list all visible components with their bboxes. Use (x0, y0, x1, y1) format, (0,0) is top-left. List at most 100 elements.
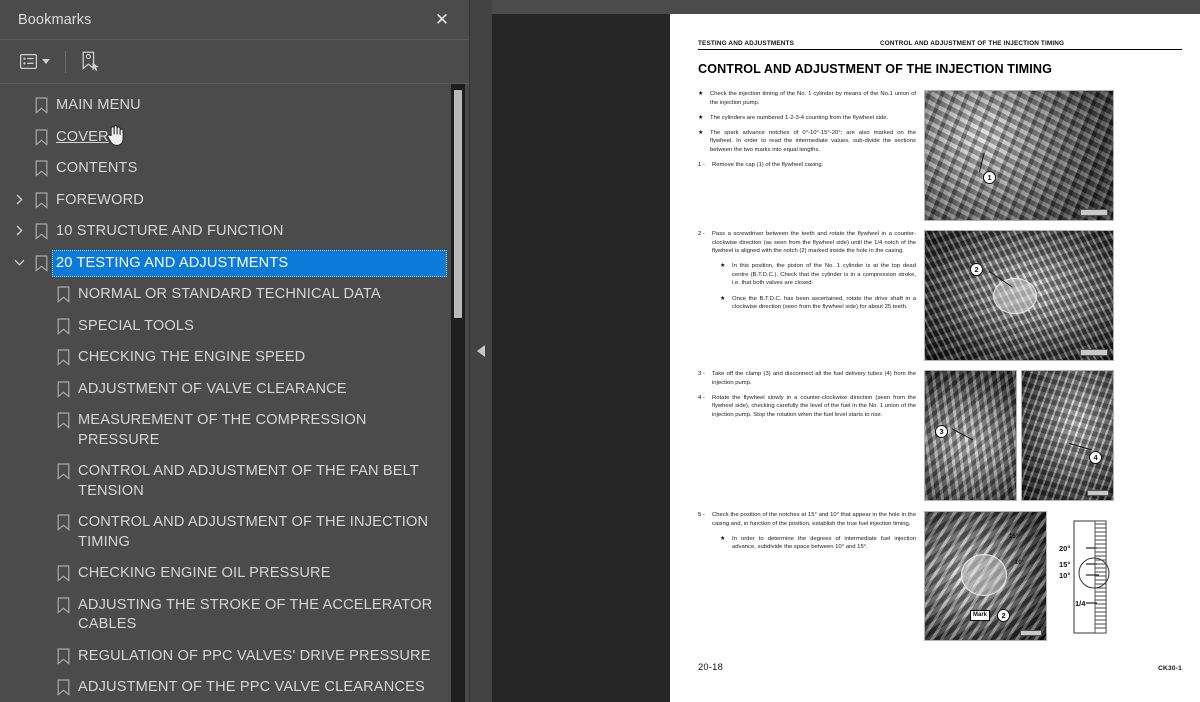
bookmark-label: MEASUREMENT OF THE COMPRESSION PRESSURE (78, 412, 367, 448)
twisty-spacer (8, 376, 30, 383)
callout-2: 2 (970, 263, 983, 276)
bookmark-icon (30, 92, 52, 114)
bookmark-icon (52, 674, 74, 696)
running-head-left: TESTING AND ADJUSTMENTS (698, 40, 794, 47)
bullet-text: The spark advance notches of 0°-10°-15°-… (710, 129, 916, 153)
bookmark-item[interactable]: CHECKING ENGINE OIL PRESSURE (0, 558, 447, 590)
figure-column-3: 3 4 (924, 370, 1116, 501)
bookmark-item[interactable]: COVER (0, 122, 447, 154)
bookmarks-tree: MAIN MENU COVER CONTENTS FOREWORD 10 STRUCTU… (0, 90, 469, 702)
figure-flywheel-notch: 2 (924, 230, 1114, 361)
svg-text:20°: 20° (1059, 544, 1070, 553)
chevron-right-icon[interactable] (8, 218, 30, 236)
star-bullet-icon: ★ (698, 90, 704, 97)
bookmark-icon (52, 592, 74, 614)
step-text: Rotate the flywheel slowly in a counter-… (712, 394, 916, 418)
bookmark-item[interactable]: SPECIAL TOOLS (0, 311, 447, 343)
bookmark-item[interactable]: ADJUSTMENT OF VALVE CLEARANCE (0, 374, 447, 406)
bullet-text: Once the B.T.D.C. has been ascertained, … (732, 295, 916, 311)
step-text: Take off the clamp (3) and disconnect al… (712, 371, 916, 386)
list-options-icon[interactable] (16, 47, 54, 77)
text-column-1: ★ Check the injection timing of the No. 1… (698, 90, 916, 221)
text-column-2: 2 - Pass a screwdriver between the teeth … (698, 230, 916, 361)
step-text: Check the position of the notches at 15°… (712, 512, 916, 527)
twisty-spacer (8, 92, 30, 99)
bookmark-icon (52, 344, 74, 366)
svg-text:1/4: 1/4 (1075, 599, 1086, 608)
new-bookmark-icon[interactable] (77, 47, 104, 77)
twisty-spacer (8, 407, 30, 414)
bookmark-icon (30, 250, 52, 272)
bookmark-item[interactable]: CONTENTS (0, 153, 447, 185)
bookmark-item[interactable]: REGULATION OF PPC VALVES' DRIVE PRESSURE (0, 641, 447, 673)
star-bullet-icon: ★ (720, 294, 726, 302)
twisty-spacer (8, 281, 30, 288)
bookmarks-scrollbar[interactable] (451, 84, 465, 702)
bookmark-item[interactable]: MAIN MENU (0, 90, 447, 122)
bookmark-item[interactable]: FOREWORD (0, 185, 447, 217)
step-text: Pass a screwdriver between the teeth and… (712, 231, 916, 255)
star-bullet-icon: ★ (698, 128, 704, 136)
pdf-reader-window: Bookmarks ✕ MAIN MENU COVER CONTENTS FOR… (0, 0, 1200, 702)
figure-delivery-tubes: 4 (1021, 370, 1114, 501)
mark-label: Mark (970, 610, 991, 621)
figure-column-2: 2 (924, 230, 1116, 361)
bullet-text: In order to determine the degrees of int… (732, 535, 916, 551)
twisty-spacer (8, 674, 30, 681)
chevron-down-icon[interactable] (8, 250, 30, 268)
bookmark-label: 10 STRUCTURE AND FUNCTION (56, 223, 284, 239)
bookmark-label: ADJUSTMENT OF THE PPC VALVE CLEARANCES (78, 679, 425, 695)
scrollbar-thumb[interactable] (454, 90, 462, 318)
bookmark-item[interactable]: 20 TESTING AND ADJUSTMENTS (0, 248, 447, 280)
sub-bullet-group: ★ In this position, the piston of the No.… (720, 262, 916, 311)
twisty-spacer (8, 509, 30, 516)
panel-collapse-handle[interactable] (470, 0, 492, 702)
bookmark-item[interactable]: NORMAL OR STANDARD TECHNICAL DATA (0, 279, 447, 311)
page-footer: 20-18 CK30-1 (698, 661, 1182, 672)
page-title: CONTROL AND ADJUSTMENT OF THE INJECTION … (698, 62, 1052, 76)
page-code: CK30-1 (1158, 665, 1182, 672)
bookmark-icon (52, 407, 74, 429)
figure-notch-position: 15° 10° Mark 2 (924, 511, 1047, 641)
bookmark-item[interactable]: MEASUREMENT OF THE COMPRESSION PRESSURE (0, 405, 447, 456)
twisty-spacer (8, 592, 30, 599)
bullet-item: ★ The cylinders are numbered 1-2-3-4 coun… (698, 114, 916, 123)
bullet-item: ★ The spark advance notches of 0°-10°-15°… (698, 129, 916, 155)
numbered-step: 1 - Remove the cap (1) of the flywheel ca… (698, 161, 916, 170)
close-icon[interactable]: ✕ (429, 7, 455, 33)
bookmark-icon (52, 560, 74, 582)
twisty-spacer (8, 155, 30, 162)
bookmark-item[interactable]: CHECKING THE ENGINE SPEED (0, 342, 447, 374)
bookmark-icon (30, 218, 52, 240)
svg-text:10°: 10° (1059, 571, 1070, 580)
numbered-step: 4 - Rotate the flywheel slowly in a count… (698, 394, 916, 420)
page-number: 20-18 (698, 661, 723, 672)
panel-title: Bookmarks (18, 11, 92, 28)
callout-3: 3 (935, 425, 948, 438)
bookmark-item[interactable]: CONTROL AND ADJUSTMENT OF THE INJECTION … (0, 507, 447, 558)
step-text: Remove the cap (1) of the flywheel casin… (712, 162, 824, 169)
twisty-spacer (8, 643, 30, 650)
bookmark-label: COVER (56, 128, 109, 145)
chevron-right-icon[interactable] (8, 187, 30, 205)
bookmark-item[interactable]: 10 STRUCTURE AND FUNCTION (0, 216, 447, 248)
numbered-step: 5 - Check the position of the notches at … (698, 511, 916, 528)
bookmark-icon (52, 643, 74, 665)
bookmark-label: NORMAL OR STANDARD TECHNICAL DATA (78, 286, 381, 302)
bookmark-icon (30, 187, 52, 209)
bookmark-item[interactable]: ADJUSTING THE STROKE OF THE ACCELERATOR … (0, 590, 447, 641)
bookmark-item[interactable]: ADJUSTMENT OF THE PPC VALVE CLEARANCES (0, 672, 447, 702)
collapse-left-icon (477, 345, 485, 357)
degree-10: 10° (1015, 560, 1025, 566)
bullet-text: Check the injection timing of the No. 1 … (710, 91, 916, 106)
document-viewer: TESTING AND ADJUSTMENTS CONTROL AND ADJU… (492, 0, 1200, 702)
sub-bullet-group: ★ In order to determine the degrees of in… (720, 535, 916, 552)
svg-text:15°: 15° (1059, 560, 1070, 569)
numbered-step: 2 - Pass a screwdriver between the teeth … (698, 230, 916, 256)
figure-flywheel-casing-cap: 1 (924, 90, 1114, 221)
step-number: 2 - (698, 231, 705, 237)
bookmark-label: MAIN MENU (56, 97, 141, 113)
bookmark-item[interactable]: CONTROL AND ADJUSTMENT OF THE FAN BELT T… (0, 456, 447, 507)
bookmark-label: CONTENTS (56, 160, 138, 176)
bookmark-label: CONTROL AND ADJUSTMENT OF THE INJECTION … (78, 514, 429, 550)
